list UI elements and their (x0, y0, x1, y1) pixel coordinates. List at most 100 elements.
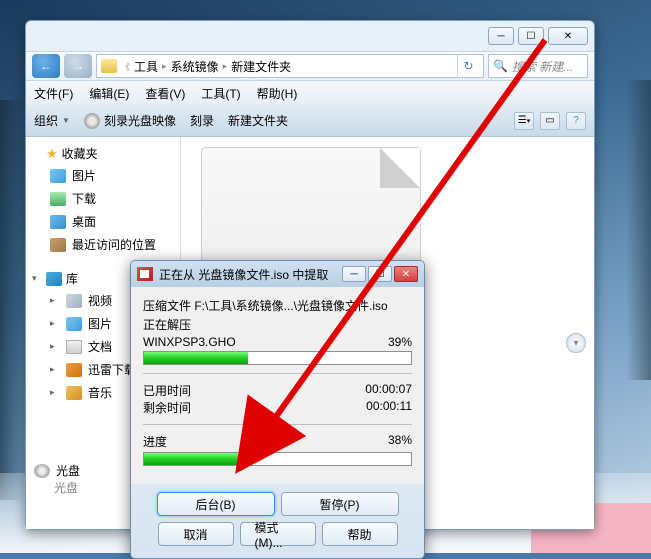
progress-label: 进度 (143, 433, 167, 450)
folder-icon (101, 59, 117, 73)
menu-help[interactable]: 帮助(H) (257, 85, 298, 102)
sidebar-file-sublabel: 光盘 (54, 479, 78, 496)
refresh-button[interactable]: ↻ (457, 54, 479, 78)
close-button[interactable]: ✕ (548, 27, 588, 45)
new-folder-label: 新建文件夹 (228, 112, 288, 129)
pictures-icon (66, 317, 82, 331)
help-button[interactable]: 帮助 (322, 522, 398, 546)
separator (143, 424, 412, 425)
search-input[interactable]: 🔍 搜索 新建... (488, 54, 588, 78)
pictures-icon (50, 169, 66, 183)
dialog-title: 正在从 光盘镜像文件.iso 中提取 (159, 266, 328, 283)
address-bar[interactable]: 《 工具 ▸ 系统镜像 ▸ 新建文件夹 ↻ (96, 54, 484, 78)
breadcrumb-item[interactable]: 新建文件夹 (231, 58, 291, 75)
thunder-icon (66, 363, 82, 377)
menu-file[interactable]: 文件(F) (34, 85, 73, 102)
archive-path: 压缩文件 F:\工具\系统镜像...\光盘镜像文件.iso (143, 297, 412, 314)
forward-button[interactable]: → (64, 54, 92, 78)
disc-icon (34, 464, 50, 478)
desktop-icon (50, 215, 66, 229)
mode-button[interactable]: 模式(M)... (240, 522, 316, 546)
elapsed-value: 00:00:07 (365, 382, 412, 399)
total-progress-bar (143, 452, 412, 466)
expand-icon: ▸ (50, 364, 60, 375)
library-icon (46, 272, 62, 286)
extract-dialog: 正在从 光盘镜像文件.iso 中提取 ─ ☐ ✕ 压缩文件 F:\工具\系统镜像… (130, 260, 425, 559)
sidebar-libraries-label: 库 (66, 270, 78, 287)
expand-icon: ▸ (50, 318, 60, 329)
documents-icon (66, 340, 82, 354)
dialog-maximize-button[interactable]: ☐ (368, 266, 392, 282)
burn-button[interactable]: 刻录 (190, 112, 214, 129)
downloads-icon (50, 192, 66, 206)
burn-image-button[interactable]: 刻录光盘映像 (84, 112, 176, 129)
cancel-button[interactable]: 取消 (158, 522, 234, 546)
disc-icon (84, 113, 100, 129)
breadcrumb-sep: 《 (121, 60, 130, 73)
collapse-icon: ▾ (32, 273, 42, 284)
sidebar-favorites-label: 收藏夹 (62, 145, 98, 162)
nav-bar: ← → 《 工具 ▸ 系统镜像 ▸ 新建文件夹 ↻ 🔍 搜索 新建... (26, 51, 594, 81)
dialog-titlebar[interactable]: 正在从 光盘镜像文件.iso 中提取 ─ ☐ ✕ (131, 261, 424, 287)
remaining-value: 00:00:11 (366, 399, 412, 416)
menu-view[interactable]: 查看(V) (145, 85, 185, 102)
toolbar: 组织 ▼ 刻录光盘映像 刻录 新建文件夹 ☰▾ ▭ ? (26, 105, 594, 137)
burn-image-label: 刻录光盘映像 (104, 112, 176, 129)
menu-bar: 文件(F) 编辑(E) 查看(V) 工具(T) 帮助(H) (26, 81, 594, 105)
recent-icon (50, 238, 66, 252)
search-icon: 🔍 (493, 59, 508, 73)
window-titlebar[interactable]: ─ ☐ ✕ (26, 21, 594, 51)
view-options-button[interactable]: ☰▾ (514, 112, 534, 130)
minimize-button[interactable]: ─ (488, 27, 514, 45)
current-file-name: WINXPSP3.GHO (143, 335, 236, 349)
background-button[interactable]: 后台(B) (157, 492, 275, 516)
videos-icon (66, 294, 82, 308)
dialog-footer: 后台(B) 暂停(P) 取消 模式(M)... 帮助 (131, 484, 424, 558)
remaining-label: 剩余时间 (143, 399, 191, 416)
winrar-icon (137, 267, 153, 281)
menu-edit[interactable]: 编辑(E) (89, 85, 129, 102)
maximize-button[interactable]: ☐ (518, 27, 544, 45)
dialog-body: 压缩文件 F:\工具\系统镜像...\光盘镜像文件.iso 正在解压 WINXP… (131, 287, 424, 484)
elapsed-label: 已用时间 (143, 382, 191, 399)
sidebar-item-downloads[interactable]: 下载 (26, 187, 180, 210)
organize-button[interactable]: 组织 ▼ (34, 112, 70, 129)
sidebar-item-recent[interactable]: 最近访问的位置 (26, 233, 180, 256)
separator (143, 373, 412, 374)
sidebar-file-label[interactable]: 光盘 (34, 462, 80, 479)
music-icon (66, 386, 82, 400)
search-placeholder: 搜索 新建... (512, 58, 573, 75)
pause-button[interactable]: 暂停(P) (281, 492, 399, 516)
breadcrumb-item[interactable]: 工具 (134, 58, 158, 75)
file-progress-bar (143, 351, 412, 365)
menu-tools[interactable]: 工具(T) (201, 85, 240, 102)
star-icon: ★ (46, 146, 58, 162)
organize-label: 组织 (34, 112, 58, 129)
status-text: 正在解压 (143, 316, 412, 333)
progress-percent: 38% (388, 433, 412, 450)
sidebar-item-pictures[interactable]: 图片 (26, 164, 180, 187)
dialog-close-button[interactable]: ✕ (394, 266, 418, 282)
scroll-indicator[interactable]: ▾ (566, 333, 586, 353)
new-folder-button[interactable]: 新建文件夹 (228, 112, 288, 129)
wallpaper-tree-right (626, 80, 651, 380)
expand-icon: ▸ (50, 341, 60, 352)
total-progress-fill (144, 453, 245, 465)
sidebar-item-desktop[interactable]: 桌面 (26, 210, 180, 233)
expand-icon: ▸ (50, 387, 60, 398)
burn-label: 刻录 (190, 112, 214, 129)
expand-icon: ▸ (50, 295, 60, 306)
chevron-right-icon: ▸ (223, 61, 228, 72)
help-button[interactable]: ? (566, 112, 586, 130)
dialog-minimize-button[interactable]: ─ (342, 266, 366, 282)
current-file-percent: 39% (388, 335, 412, 349)
preview-pane-button[interactable]: ▭ (540, 112, 560, 130)
breadcrumb-item[interactable]: 系统镜像 (171, 58, 219, 75)
chevron-down-icon: ▼ (62, 116, 70, 125)
sidebar-favorites-group: ★ 收藏夹 图片 下载 桌面 最近访问的位置 (26, 143, 180, 256)
sidebar-favorites-header[interactable]: ★ 收藏夹 (26, 143, 180, 164)
chevron-right-icon: ▸ (162, 61, 167, 72)
back-button[interactable]: ← (32, 54, 60, 78)
file-progress-fill (144, 352, 248, 364)
wallpaper-tree-left (0, 100, 25, 500)
